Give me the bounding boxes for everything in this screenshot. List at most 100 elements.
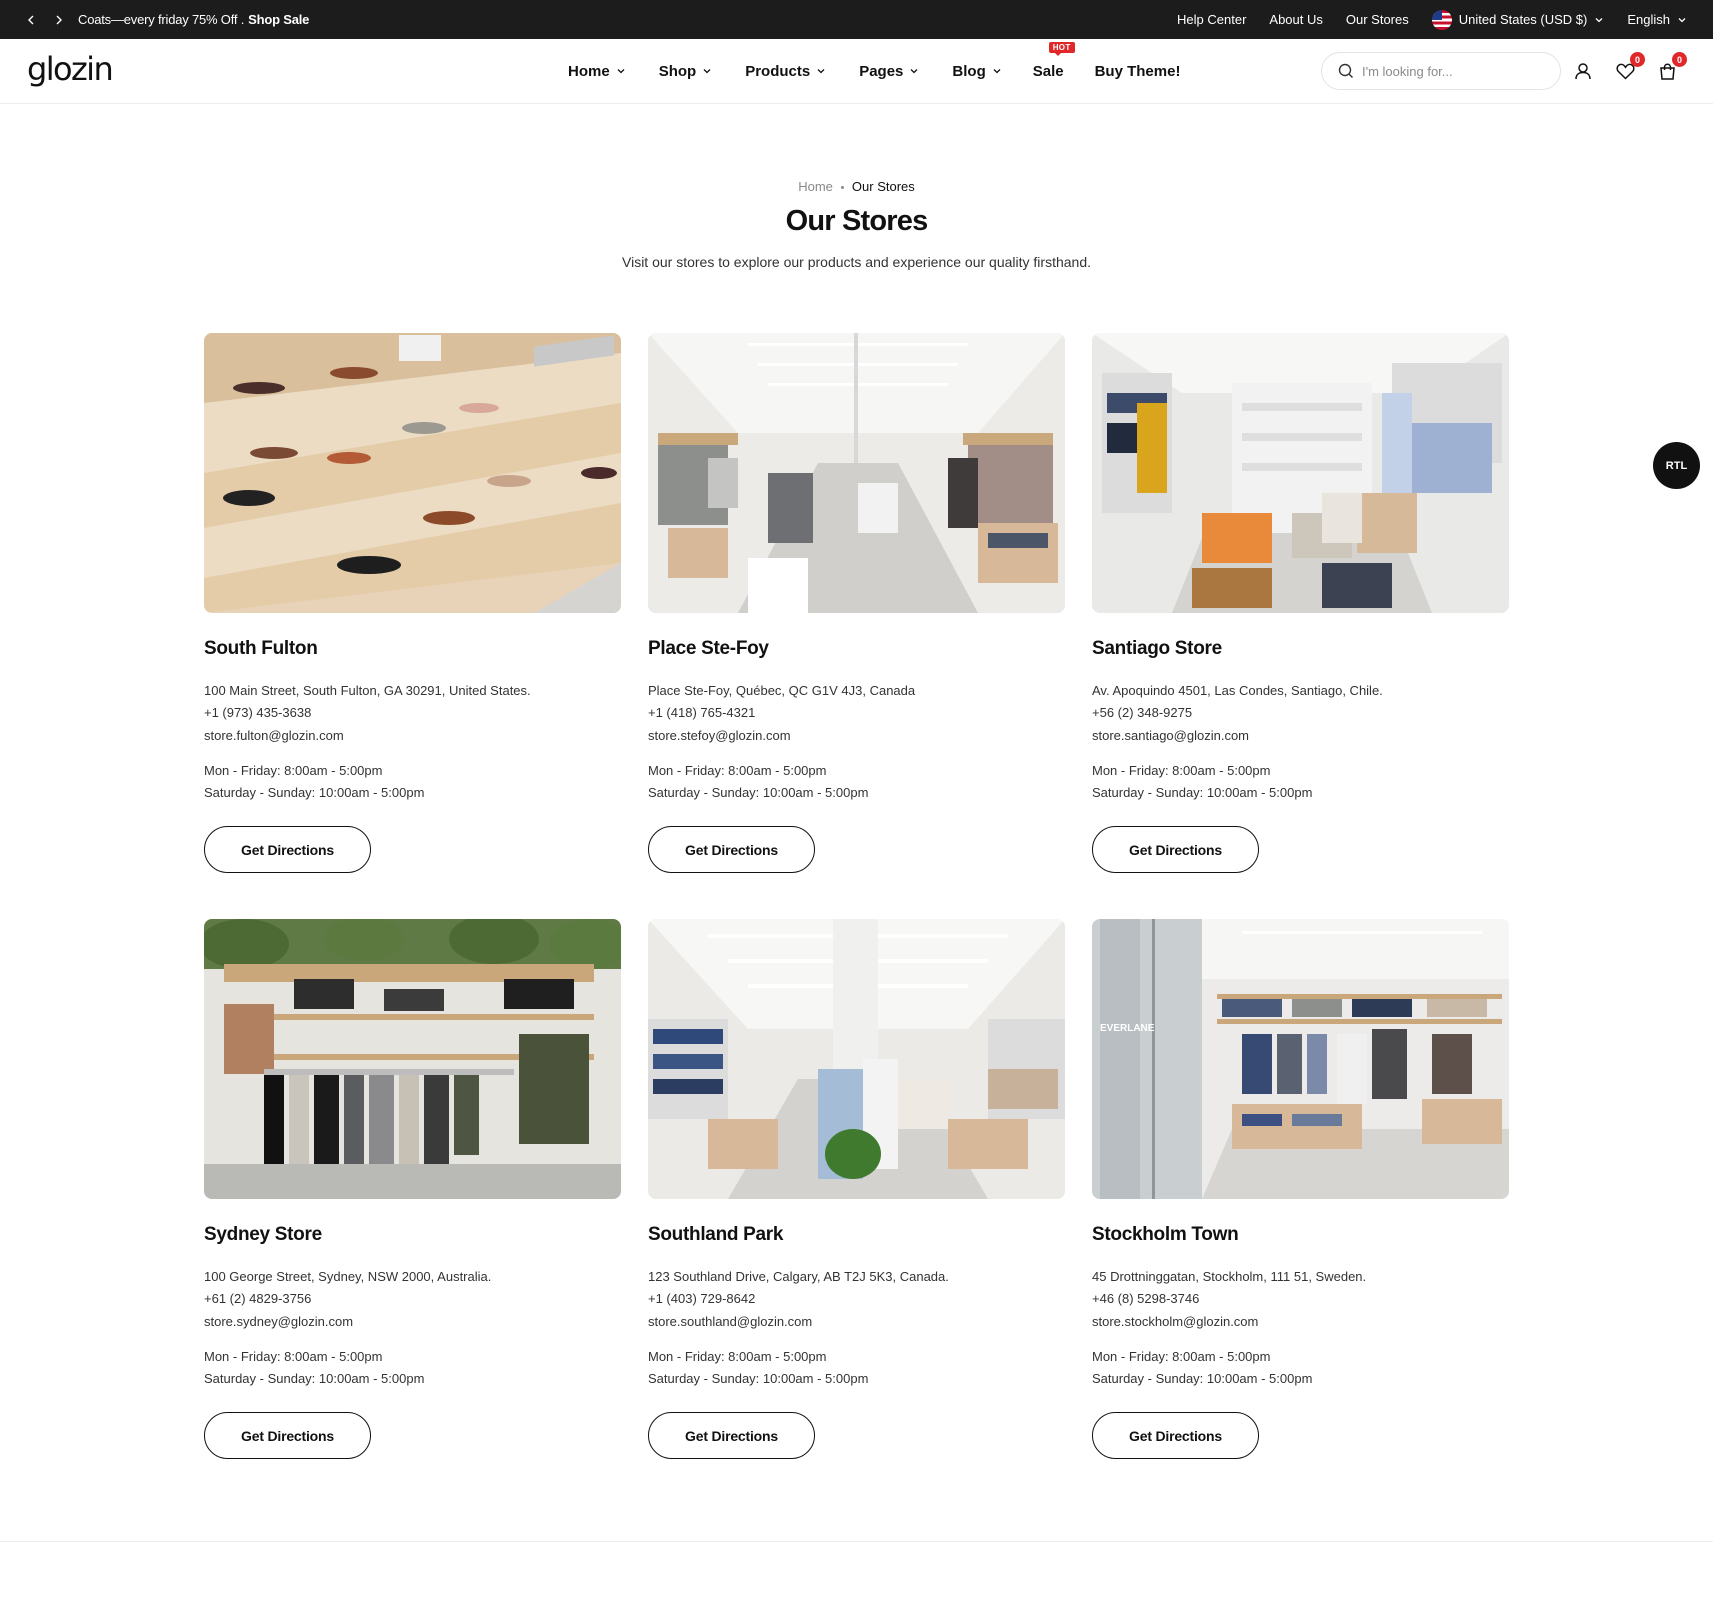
nav-item-pages[interactable]: Pages	[859, 63, 919, 80]
store-phone: +1 (973) 435-3638	[204, 705, 312, 720]
store-phone: +56 (2) 348-9275	[1092, 705, 1193, 720]
promo-text: Coats—every friday 75% Off .	[78, 12, 245, 27]
store-name: Sydney Store	[204, 1224, 322, 1245]
store-name: Place Ste-Foy	[648, 638, 769, 659]
store-address: Av. Apoquindo 4501, Las Condes, Santiago…	[1092, 683, 1383, 698]
store-hours-weekend: Saturday - Sunday: 10:00am - 5:00pm	[204, 1371, 425, 1386]
store-photo: EVERLANE	[1092, 919, 1509, 1199]
store-hours-weekend: Saturday - Sunday: 10:00am - 5:00pm	[204, 785, 425, 800]
store-hours-weekend: Saturday - Sunday: 10:00am - 5:00pm	[1092, 785, 1313, 800]
store-address: 45 Drottninggatan, Stockholm, 111 51, Sw…	[1092, 1269, 1367, 1284]
store-email: store.fulton@glozin.com	[204, 728, 344, 743]
wishlist-count-badge: 0	[1630, 52, 1645, 67]
store-hours-weekend: Saturday - Sunday: 10:00am - 5:00pm	[648, 785, 869, 800]
store-phone: +46 (8) 5298-3746	[1092, 1291, 1200, 1306]
announcement-bar: Coats—every friday 75% Off . Shop Sale H…	[0, 0, 1713, 39]
promo-message: Coats—every friday 75% Off . Shop Sale	[78, 0, 309, 39]
store-name: South Fulton	[204, 638, 318, 659]
chevron-down-icon	[703, 69, 711, 74]
store-hours-weekend: Saturday - Sunday: 10:00am - 5:00pm	[1092, 1371, 1313, 1386]
get-directions-button[interactable]: Get Directions	[1092, 826, 1259, 873]
announcement-arrows	[24, 0, 66, 39]
store-name: Stockholm Town	[1092, 1224, 1239, 1245]
language-selector[interactable]: English	[1627, 12, 1687, 27]
footer-divider	[0, 1541, 1713, 1542]
store-photo	[648, 919, 1065, 1199]
nav-item-home[interactable]: Home	[568, 63, 626, 80]
store-hours-weekday: Mon - Friday: 8:00am - 5:00pm	[648, 1349, 827, 1364]
store-address: Place Ste-Foy, Québec, QC G1V 4J3, Canad…	[648, 683, 916, 698]
chevron-down-icon	[1678, 17, 1686, 22]
nav-label: Home	[568, 62, 610, 80]
store-email: store.santiago@glozin.com	[1092, 728, 1249, 743]
site-logo[interactable]: glozin	[27, 50, 114, 88]
our-stores-link[interactable]: Our Stores	[1346, 12, 1409, 27]
store-photo	[204, 919, 621, 1199]
search-box[interactable]	[1321, 52, 1561, 90]
nav-item-products[interactable]: Products	[745, 63, 826, 80]
chevron-down-icon	[817, 69, 825, 74]
shop-sale-link[interactable]: Shop Sale	[248, 12, 309, 27]
store-hours-weekday: Mon - Friday: 8:00am - 5:00pm	[648, 763, 827, 778]
nav-label: Shop	[658, 62, 697, 80]
page-subtitle: Visit our stores to explore our products…	[622, 254, 1091, 270]
breadcrumb: Home Our Stores	[0, 179, 1713, 194]
store-name: Santiago Store	[1092, 638, 1222, 659]
chevron-down-icon	[993, 69, 1001, 74]
nav-item-shop[interactable]: Shop	[659, 63, 713, 80]
nav-label: Sale	[1032, 62, 1064, 80]
store-hours-weekday: Mon - Friday: 8:00am - 5:00pm	[204, 1349, 383, 1364]
nav-item-blog[interactable]: Blog	[952, 63, 1001, 80]
nav-label: Buy Theme!	[1094, 62, 1181, 80]
breadcrumb-current: Our Stores	[851, 179, 915, 194]
store-phone: +61 (2) 4829-3756	[204, 1291, 312, 1306]
store-hours-weekday: Mon - Friday: 8:00am - 5:00pm	[204, 763, 383, 778]
store-address: 123 Southland Drive, Calgary, AB T2J 5K3…	[648, 1269, 949, 1284]
help-center-link[interactable]: Help Center	[1177, 12, 1246, 27]
store-hours-weekday: Mon - Friday: 8:00am - 5:00pm	[1092, 1349, 1271, 1364]
cart-icon[interactable]: 0	[1655, 52, 1687, 83]
wishlist-icon[interactable]: 0	[1613, 52, 1645, 83]
get-directions-button[interactable]: Get Directions	[204, 1412, 371, 1459]
breadcrumb-home-link[interactable]: Home	[798, 179, 833, 194]
topbar-links: Help Center About Us Our Stores United S…	[1177, 0, 1687, 39]
currency-selector[interactable]: United States (USD $)	[1431, 9, 1605, 30]
nav-label: Pages	[859, 62, 904, 80]
nav-label: Blog	[952, 62, 986, 80]
nav-item-buy-theme[interactable]: Buy Theme!	[1095, 63, 1181, 80]
get-directions-button[interactable]: Get Directions	[648, 826, 815, 873]
get-directions-button[interactable]: Get Directions	[648, 1412, 815, 1459]
nav-label: Products	[745, 62, 811, 80]
next-arrow-icon[interactable]	[52, 13, 66, 27]
store-photo	[648, 333, 1065, 613]
hot-badge: HOT	[1048, 41, 1075, 56]
get-directions-button[interactable]: Get Directions	[204, 826, 371, 873]
prev-arrow-icon[interactable]	[24, 13, 38, 27]
store-photo	[204, 333, 621, 613]
store-photo	[1092, 333, 1509, 613]
chevron-down-icon	[1595, 17, 1603, 22]
store-window-text: EVERLANE	[1100, 1023, 1155, 1034]
breadcrumb-separator	[840, 186, 844, 190]
store-email: store.sydney@glozin.com	[204, 1314, 354, 1329]
rtl-toggle-button[interactable]: RTL	[1653, 442, 1700, 489]
store-email: store.stefoy@glozin.com	[648, 728, 791, 743]
store-email: store.southland@glozin.com	[648, 1314, 813, 1329]
chevron-down-icon	[910, 69, 918, 74]
main-nav: Home Shop Products Pages Blog HOT Sale B…	[568, 39, 1180, 103]
page-title: Our Stores	[785, 205, 929, 237]
search-input[interactable]	[1362, 63, 1542, 79]
store-address: 100 Main Street, South Fulton, GA 30291,…	[204, 683, 531, 698]
about-us-link[interactable]: About Us	[1269, 12, 1322, 27]
store-name: Southland Park	[648, 1224, 784, 1245]
store-phone: +1 (418) 765-4321	[648, 705, 756, 720]
store-hours-weekend: Saturday - Sunday: 10:00am - 5:00pm	[648, 1371, 869, 1386]
cart-count-badge: 0	[1672, 52, 1687, 67]
us-flag-icon	[1431, 9, 1452, 30]
store-hours-weekday: Mon - Friday: 8:00am - 5:00pm	[1092, 763, 1271, 778]
nav-item-sale[interactable]: HOT Sale	[1032, 41, 1075, 80]
account-icon[interactable]	[1571, 59, 1595, 83]
search-icon	[1338, 63, 1353, 78]
site-header: glozin Home Shop Products Pages Blog HOT…	[0, 39, 1713, 104]
get-directions-button[interactable]: Get Directions	[1092, 1412, 1259, 1459]
